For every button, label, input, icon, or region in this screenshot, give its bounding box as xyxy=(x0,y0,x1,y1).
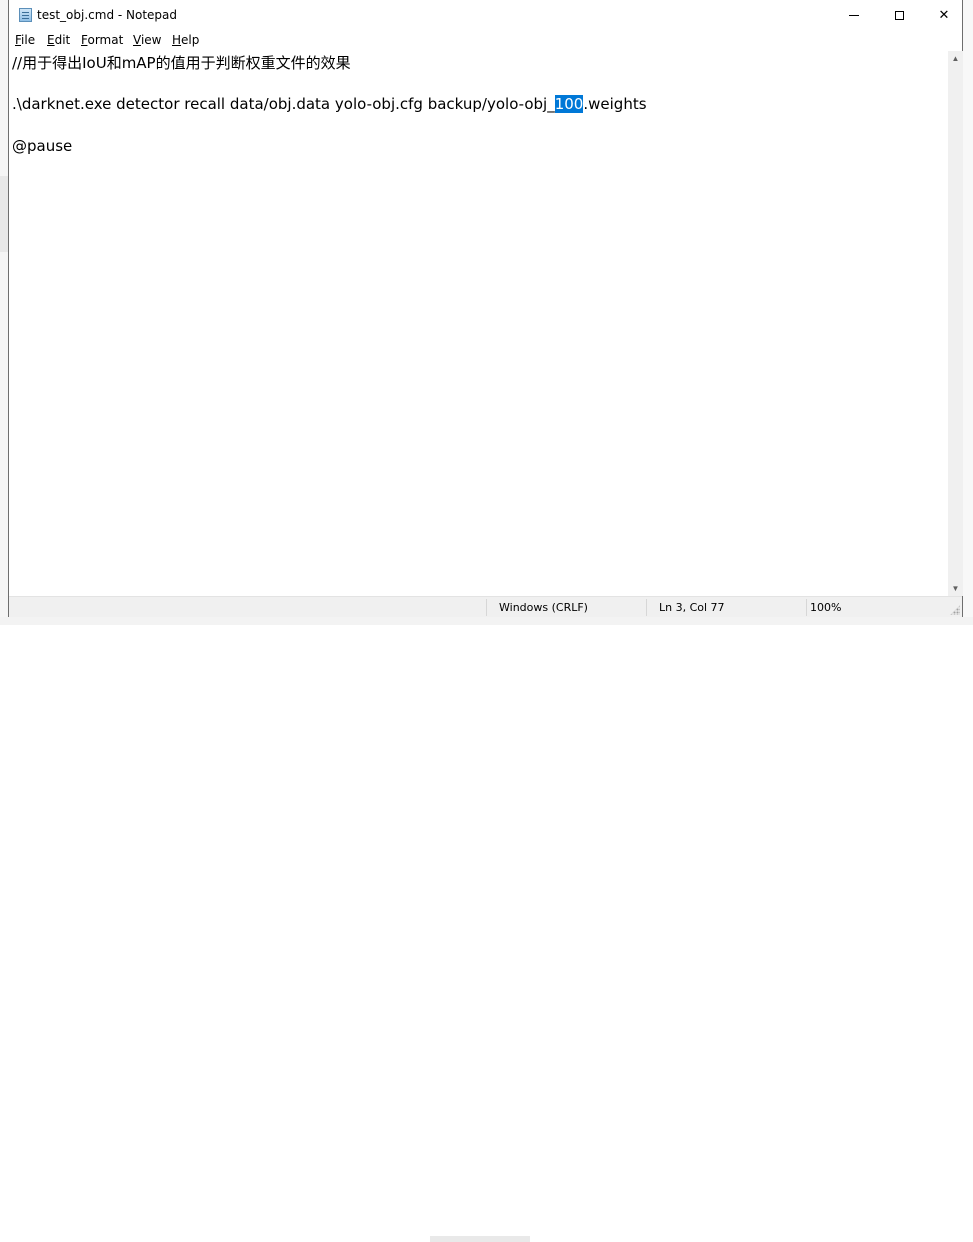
maximize-button[interactable] xyxy=(876,0,922,31)
editor-line-1: //用于得出IoU和mAP的值用于判断权重文件的效果 xyxy=(12,54,351,72)
menu-format-label: ormat xyxy=(87,33,124,47)
menu-help[interactable]: Help xyxy=(172,33,199,47)
resize-grip-icon[interactable] xyxy=(950,605,960,615)
close-icon: ✕ xyxy=(938,8,950,23)
text-editor[interactable]: //用于得出IoU和mAP的值用于判断权重文件的效果 .\darknet.exe… xyxy=(9,51,948,596)
menu-format[interactable]: Format xyxy=(81,33,123,47)
menu-view-label: iew xyxy=(140,33,162,47)
scroll-up-arrow-icon[interactable]: ▲ xyxy=(948,51,963,66)
menu-edit[interactable]: Edit xyxy=(47,33,70,47)
text-selection[interactable]: 100 xyxy=(554,95,584,113)
background-app-left xyxy=(0,0,8,625)
minimize-icon xyxy=(849,15,859,16)
editor-line-3: @pause xyxy=(12,137,73,155)
background-strip xyxy=(0,176,8,252)
maximize-icon xyxy=(894,11,904,20)
status-bar: Windows (CRLF) Ln 3, Col 77 100% xyxy=(9,596,962,617)
menu-view-mnemonic: V xyxy=(133,33,141,47)
menu-file[interactable]: File xyxy=(15,33,35,47)
line-2-text-before: .\darknet.exe detector recall data/obj.d… xyxy=(12,95,555,113)
status-cursor-position: Ln 3, Col 77 xyxy=(659,601,725,614)
status-divider xyxy=(486,599,487,616)
status-encoding: Windows (CRLF) xyxy=(499,601,588,614)
scroll-down-arrow-icon[interactable]: ▼ xyxy=(948,581,963,596)
menu-view[interactable]: View xyxy=(133,33,161,47)
minimize-button[interactable] xyxy=(831,0,877,31)
notepad-icon[interactable] xyxy=(19,8,32,22)
menu-help-mnemonic: H xyxy=(172,33,182,47)
status-zoom: 100% xyxy=(810,601,842,614)
notepad-window: test_obj.cmd - Notepad ✕ File Edit Forma… xyxy=(8,0,963,617)
status-divider xyxy=(646,599,647,616)
background-app-right xyxy=(963,0,973,625)
status-divider xyxy=(806,599,807,616)
background-block xyxy=(430,1236,530,1242)
window-title: test_obj.cmd - Notepad xyxy=(37,8,178,22)
menu-help-label: elp xyxy=(181,33,200,47)
menu-bar: File Edit Format View Help xyxy=(9,31,962,51)
menu-edit-label: dit xyxy=(54,33,71,47)
background-app-bottom xyxy=(0,617,973,1242)
line-2-text-after: .weights xyxy=(583,95,647,113)
menu-file-label: ile xyxy=(21,33,36,47)
editor-line-2: .\darknet.exe detector recall data/obj.d… xyxy=(12,94,647,114)
menu-edit-mnemonic: E xyxy=(47,33,55,47)
close-button[interactable]: ✕ xyxy=(921,0,967,31)
vertical-scrollbar[interactable]: ▲ ▼ xyxy=(948,51,963,596)
title-bar[interactable]: test_obj.cmd - Notepad ✕ xyxy=(9,0,962,31)
